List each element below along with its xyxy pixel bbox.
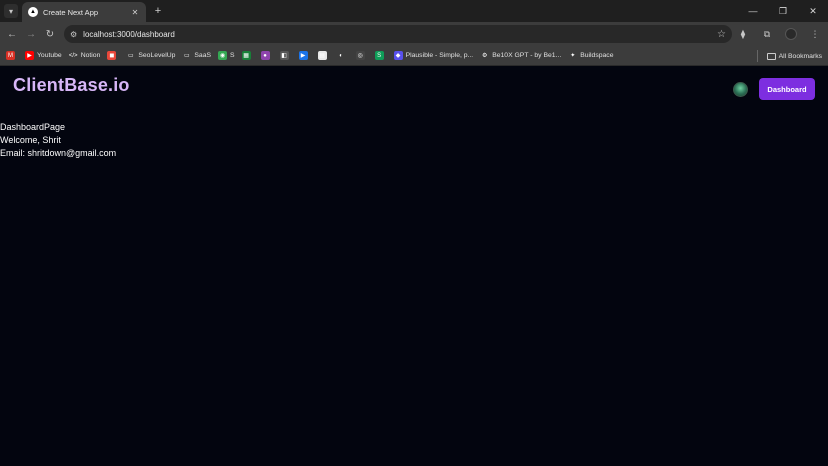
- url-text[interactable]: localhost:3000/dashboard: [83, 30, 717, 39]
- forward-icon[interactable]: →: [22, 25, 40, 43]
- bookmark-label: Buildspace: [580, 52, 614, 59]
- nextjs-favicon-icon: ▲: [28, 7, 38, 17]
- gmail-icon: M: [6, 51, 15, 60]
- tab-active[interactable]: ▲ Create Next App ✕: [22, 2, 146, 22]
- welcome-text: Welcome, Shrit: [0, 135, 61, 145]
- bookmark-label: Plausible - Simple, p...: [405, 52, 474, 59]
- all-bookmarks-label: All Bookmarks: [778, 52, 822, 60]
- logo[interactable]: ClientBase.io: [13, 75, 130, 96]
- window-controls: — ❐ ✕: [738, 0, 828, 22]
- tab-strip: ▾ ▲ Create Next App ✕ + — ❐ ✕: [0, 0, 828, 22]
- email-text: Email: shritdown@gmail.com: [0, 148, 117, 158]
- menu-icon[interactable]: ⋮: [806, 25, 824, 43]
- dashboard-button[interactable]: Dashboard: [759, 78, 815, 100]
- close-window-icon[interactable]: ✕: [798, 0, 828, 22]
- bookmark-item[interactable]: ▦: [241, 51, 254, 60]
- bookmark-label: S: [230, 52, 235, 59]
- bookmark-item[interactable]: ◉ S: [218, 51, 235, 60]
- extensions-icon[interactable]: ⧉: [758, 25, 776, 43]
- chrome-icon: ◉: [218, 51, 228, 60]
- bookmark-item[interactable]: M: [6, 51, 18, 60]
- all-bookmarks[interactable]: All Bookmarks: [766, 46, 822, 66]
- github-icon: ◐: [336, 51, 346, 60]
- app-icon: ◧: [279, 51, 289, 60]
- bookmark-item[interactable]: </> Notion: [68, 51, 101, 60]
- app-icon: ◼: [107, 51, 117, 60]
- bookmarks-bar: M ▶ Youtube </> Notion ◼ ▭ SeoLevelUp ▭ SaaS ◉ S ▦ ● ◧…: [0, 46, 828, 66]
- reload-icon[interactable]: ↻: [41, 25, 59, 43]
- bookmark-item[interactable]: ◎: [355, 51, 368, 60]
- dashboard-content: DashboardPage Welcome, Shrit Email: shri…: [0, 121, 116, 160]
- bookmark-item[interactable]: ◐: [336, 51, 349, 60]
- gpt-icon: ⚙: [480, 51, 490, 60]
- doc-icon: ▤: [317, 51, 327, 60]
- bookmark-item[interactable]: ⚙ Be10X GPT - by Be1...: [480, 51, 561, 60]
- tab-search-icon[interactable]: ▾: [4, 4, 18, 18]
- bookmark-item[interactable]: ▶: [298, 51, 311, 60]
- code-icon: </>: [68, 51, 78, 60]
- user-avatar[interactable]: [733, 82, 748, 97]
- bookmark-item[interactable]: ◧: [279, 51, 292, 60]
- youtube-icon: ▶: [25, 51, 34, 60]
- sheets-icon: ▦: [241, 51, 251, 60]
- toolbar-actions: ⧫ ⧉ ⋮: [734, 25, 824, 43]
- bookmark-item[interactable]: ●: [260, 51, 273, 60]
- bookmark-item[interactable]: ▤: [317, 51, 330, 60]
- bookmarks-divider: [757, 50, 758, 62]
- bookmark-label: Youtube: [37, 52, 62, 59]
- app-icon: ●: [260, 51, 270, 60]
- bookmark-label: Be10X GPT - by Be1...: [492, 52, 562, 59]
- bookmark-star-icon[interactable]: ☆: [717, 29, 726, 40]
- bookmark-item[interactable]: ◆ Plausible - Simple, p...: [393, 51, 474, 60]
- folder-icon: ▭: [182, 51, 192, 60]
- bookmark-item[interactable]: S: [374, 51, 387, 60]
- extension-pin-icon[interactable]: ⧫: [734, 25, 752, 43]
- bookmark-label: Notion: [80, 52, 101, 59]
- plausible-icon: ◆: [393, 51, 403, 60]
- minimize-icon[interactable]: —: [738, 0, 768, 22]
- app-icon: ◎: [355, 51, 365, 60]
- page-content: ClientBase.io Dashboard DashboardPage We…: [0, 66, 828, 466]
- new-tab-icon[interactable]: +: [152, 4, 164, 18]
- bookmark-label: SeoLevelUp: [138, 52, 176, 59]
- site-info-icon[interactable]: ⚙: [70, 30, 77, 39]
- bookmark-item[interactable]: ▭ SeoLevelUp: [126, 51, 175, 60]
- bookmark-item[interactable]: ◼: [107, 51, 119, 60]
- bookmark-label: SaaS: [194, 52, 212, 59]
- browser-toolbar: ← → ↻ ⚙ localhost:3000/dashboard ☆ ⧫ ⧉ ⋮: [0, 22, 828, 46]
- dashboard-heading: DashboardPage: [0, 122, 66, 132]
- back-icon[interactable]: ←: [3, 25, 21, 43]
- folder-icon: ▭: [126, 51, 136, 60]
- bookmark-item[interactable]: ▭ SaaS: [182, 51, 211, 60]
- address-bar[interactable]: ⚙ localhost:3000/dashboard ☆: [64, 25, 732, 43]
- bookmark-item[interactable]: ✦ Buildspace: [568, 51, 613, 60]
- tab-title: Create Next App: [43, 7, 99, 17]
- close-tab-icon[interactable]: ✕: [130, 8, 140, 17]
- profile-icon[interactable]: [782, 25, 800, 43]
- folder-icon: [766, 52, 776, 60]
- app-icon: ▶: [298, 51, 308, 60]
- bookmark-item[interactable]: ▶ Youtube: [25, 51, 62, 60]
- restore-icon[interactable]: ❐: [768, 0, 798, 22]
- app-icon: S: [374, 51, 384, 60]
- buildspace-icon: ✦: [568, 51, 578, 60]
